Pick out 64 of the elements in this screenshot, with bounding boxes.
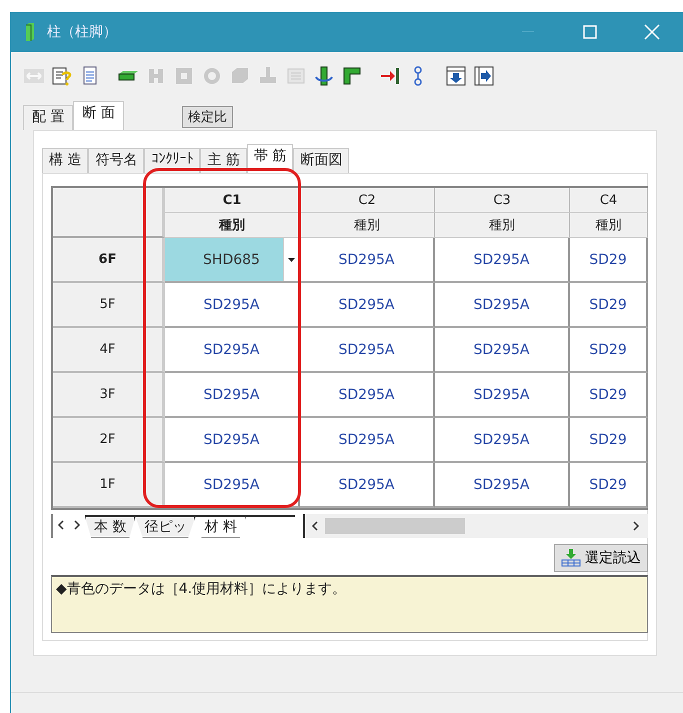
table-cell[interactable]: SD29: [570, 373, 648, 418]
maximize-icon[interactable]: [583, 25, 597, 39]
sheet-tab[interactable]: 径ピッ: [135, 516, 196, 538]
tab[interactable]: 断 面: [73, 101, 124, 130]
table-cell[interactable]: SD295A: [300, 283, 435, 328]
row-header[interactable]: 4F: [53, 328, 165, 373]
tab[interactable]: 構 造: [42, 148, 88, 173]
load-selection-button[interactable]: 選定読込: [554, 544, 648, 572]
column-header[interactable]: C2: [300, 188, 435, 213]
rotate-tool-icon[interactable]: [313, 65, 335, 87]
tab[interactable]: 断面図: [293, 148, 350, 173]
table-cell[interactable]: SD29: [570, 463, 648, 508]
table-cell[interactable]: SD29: [570, 418, 648, 463]
tab[interactable]: 符号名: [88, 148, 144, 173]
horizontal-scrollbar[interactable]: [303, 514, 648, 538]
row-header[interactable]: 2F: [53, 418, 165, 463]
tab[interactable]: ｺﾝｸﾘｰﾄ: [144, 148, 200, 173]
table-cell[interactable]: SD295A: [300, 328, 435, 373]
column-header[interactable]: 種別: [300, 213, 435, 238]
table-cell[interactable]: SD295A: [435, 328, 570, 373]
scroll-right-icon[interactable]: [632, 521, 640, 531]
table-cell[interactable]: SD295A: [435, 238, 570, 283]
table-cell[interactable]: SD29: [570, 238, 648, 283]
help-tool-icon[interactable]: [51, 65, 73, 87]
table-cell[interactable]: SD295A: [165, 283, 300, 328]
table-cell[interactable]: SD295A: [165, 418, 300, 463]
table-cell[interactable]: SD295A: [300, 373, 435, 418]
table-cell[interactable]: SD295A: [300, 418, 435, 463]
down-tool-icon[interactable]: [445, 65, 467, 87]
scroll-left-icon[interactable]: [311, 521, 319, 531]
row-header[interactable]: 3F: [53, 373, 165, 418]
row-header[interactable]: 6F: [53, 238, 165, 283]
window-title: 柱（柱脚）: [47, 23, 118, 41]
row-header[interactable]: 5F: [53, 283, 165, 328]
table-cell[interactable]: SD295A: [435, 418, 570, 463]
info-note: ◆青色のデータは［4.使用材料］によります。: [51, 575, 648, 633]
table-cell[interactable]: SD295A: [165, 328, 300, 373]
table-cell[interactable]: SD295A: [165, 373, 300, 418]
table-cell[interactable]: SD29: [570, 283, 648, 328]
table-cell[interactable]: SD295A: [435, 283, 570, 328]
table-cell[interactable]: SHD685: [165, 238, 300, 283]
table-cell[interactable]: SD29: [570, 328, 648, 373]
tab[interactable]: 配 置: [23, 105, 74, 130]
stop-tool-icon[interactable]: [379, 65, 401, 87]
row-header[interactable]: 1F: [53, 463, 165, 508]
check-ratio-button[interactable]: 検定比: [182, 106, 233, 128]
column-icon: [25, 22, 35, 42]
column-header[interactable]: 種別: [435, 213, 570, 238]
table-cell[interactable]: SD295A: [435, 373, 570, 418]
sheet-tab[interactable]: 材 料: [195, 516, 246, 538]
download-icon: [561, 549, 581, 567]
table-cell[interactable]: SD295A: [435, 463, 570, 508]
sheet-tab[interactable]: 本 数: [85, 516, 136, 538]
dropdown-button[interactable]: [283, 238, 298, 281]
right-tool-icon[interactable]: [473, 65, 495, 87]
table-cell[interactable]: SD295A: [300, 463, 435, 508]
corner-tool-icon[interactable]: [341, 65, 363, 87]
table-cell[interactable]: SD295A: [165, 463, 300, 508]
table-cell[interactable]: SD295A: [300, 238, 435, 283]
column-header[interactable]: C3: [435, 188, 570, 213]
column-header[interactable]: C4: [570, 188, 648, 213]
close-icon[interactable]: [644, 24, 660, 40]
column-header[interactable]: 種別: [570, 213, 648, 238]
caret-icon[interactable]: [288, 258, 294, 262]
